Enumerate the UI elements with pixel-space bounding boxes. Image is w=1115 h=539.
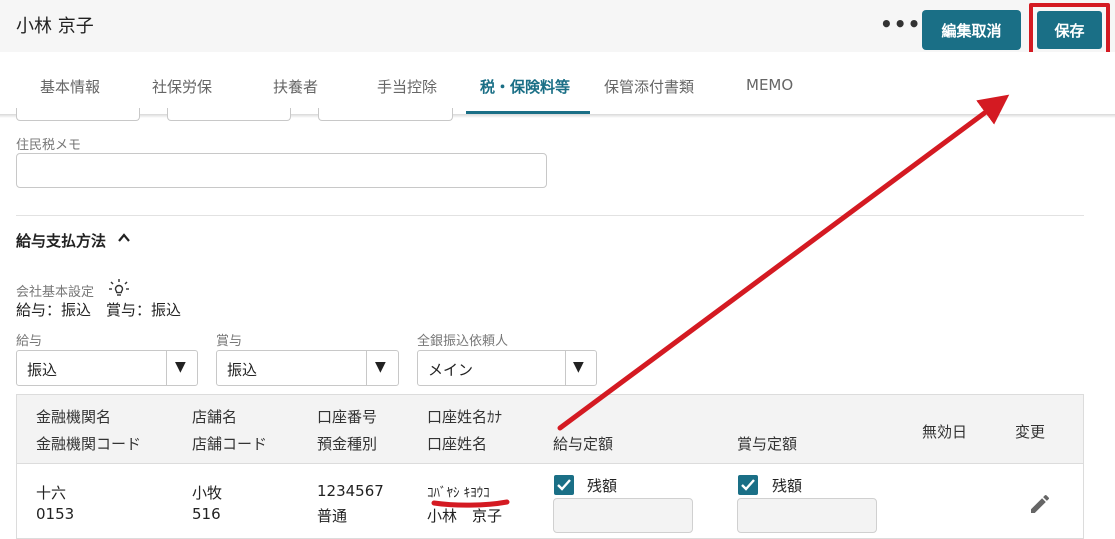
tab-memo[interactable]: MEMO [746, 76, 793, 94]
cancel-edit-button[interactable]: 編集取消 [922, 10, 1021, 50]
cell-account-type: 普通 [317, 507, 348, 525]
select-separator [366, 351, 367, 385]
employee-name: 小林 京子 [16, 16, 94, 37]
scrolled-select[interactable] [318, 108, 453, 121]
cell-holder-name: 小林 京子 [427, 507, 503, 525]
check-icon [557, 479, 571, 491]
bonus-payment-select[interactable]: 振込 ▼ [216, 350, 399, 386]
zengin-requester-select[interactable]: メイン ▼ [417, 350, 597, 386]
bonus-payment-label: 賞与 [216, 334, 243, 349]
header-branch-code: 店舗コード [192, 435, 268, 453]
bonus-fixed-amount-input[interactable] [737, 498, 877, 533]
salary-remainder-label: 残額 [587, 477, 618, 495]
salary-fixed-amount-input[interactable] [553, 498, 693, 533]
scrolled-field[interactable] [16, 108, 140, 121]
header-bank-code: 金融機関コード [36, 435, 142, 453]
cell-bank-code: 0153 [36, 505, 75, 523]
chevron-up-icon[interactable] [117, 232, 131, 244]
section-divider [16, 215, 1084, 216]
dropdown-arrow-icon: ▼ [573, 359, 584, 375]
bank-account-table: 金融機関名 金融機関コード 店舗名 店舗コード 口座番号 預金種別 口座姓名ｶﾅ… [16, 394, 1084, 539]
header-salary-fixed: 給与定額 [553, 435, 614, 453]
cell-holder-kana: ｺﾊﾞﾔｼ ｷﾖｳｺ [427, 486, 490, 501]
header-account-type: 預金種別 [317, 435, 378, 453]
scrolled-field[interactable] [167, 108, 291, 121]
tab-social-insurance[interactable]: 社保労保 [152, 76, 212, 97]
salary-remainder-checkbox[interactable] [554, 475, 574, 495]
cell-bank-name: 十六 [36, 484, 67, 502]
zengin-requester-label: 全銀振込依頼人 [417, 334, 509, 349]
header-bank-name: 金融機関名 [36, 408, 112, 426]
cell-branch-code: 516 [192, 505, 221, 523]
select-separator [565, 351, 566, 385]
bonus-remainder-label: 残額 [772, 477, 803, 495]
page-header: 小林 京子 ••• 編集取消 保存 [0, 0, 1115, 57]
save-button[interactable]: 保存 [1037, 11, 1102, 49]
header-holder-kana: 口座姓名ｶﾅ [427, 408, 503, 426]
resident-tax-memo-input[interactable] [16, 153, 547, 188]
table-header: 金融機関名 金融機関コード 店舗名 店舗コード 口座番号 預金種別 口座姓名ｶﾅ… [17, 395, 1083, 464]
header-holder-name: 口座姓名 [427, 435, 488, 453]
tab-attachments[interactable]: 保管添付書類 [604, 76, 694, 97]
zengin-requester-value: メイン [428, 361, 474, 379]
more-menu-button[interactable]: ••• [880, 14, 921, 34]
dropdown-arrow-icon: ▼ [375, 359, 386, 375]
bonus-remainder-checkbox[interactable] [738, 475, 758, 495]
header-edit: 変更 [1015, 423, 1046, 441]
tab-basic-info[interactable]: 基本情報 [40, 76, 100, 97]
payment-method-title: 給与支払方法 [16, 232, 107, 250]
company-setting-label: 会社基本設定 [16, 285, 95, 300]
cell-branch-name: 小牧 [192, 484, 223, 502]
company-setting-value: 給与：振込 賞与：振込 [16, 301, 182, 319]
bonus-payment-value: 振込 [227, 361, 258, 379]
check-icon [741, 479, 755, 491]
tab-bar: 基本情報 社保労保 扶養者 手当控除 税・保険料等 保管添付書類 MEMO [0, 52, 1115, 114]
header-account-number: 口座番号 [317, 408, 378, 426]
annotation-arrow [557, 94, 1010, 431]
save-button-highlight: 保存 [1029, 3, 1110, 57]
tab-dependents[interactable]: 扶養者 [273, 76, 318, 97]
cell-account-number: 1234567 [317, 482, 384, 500]
header-invalid-date: 無効日 [922, 423, 968, 441]
select-separator [166, 351, 167, 385]
tab-allowance-deduction[interactable]: 手当控除 [377, 76, 437, 97]
tab-tax-insurance[interactable]: 税・保険料等 [480, 76, 570, 97]
resident-tax-memo-label: 住民税メモ [16, 138, 82, 153]
salary-payment-value: 振込 [27, 361, 58, 379]
dropdown-arrow-icon: ▼ [175, 359, 186, 375]
lightbulb-icon[interactable] [108, 278, 130, 298]
header-bonus-fixed: 賞与定額 [737, 435, 798, 453]
salary-payment-select[interactable]: 振込 ▼ [16, 350, 198, 386]
salary-payment-label: 給与 [16, 334, 43, 349]
header-branch-name: 店舗名 [192, 408, 238, 426]
pencil-icon[interactable] [1028, 492, 1052, 516]
